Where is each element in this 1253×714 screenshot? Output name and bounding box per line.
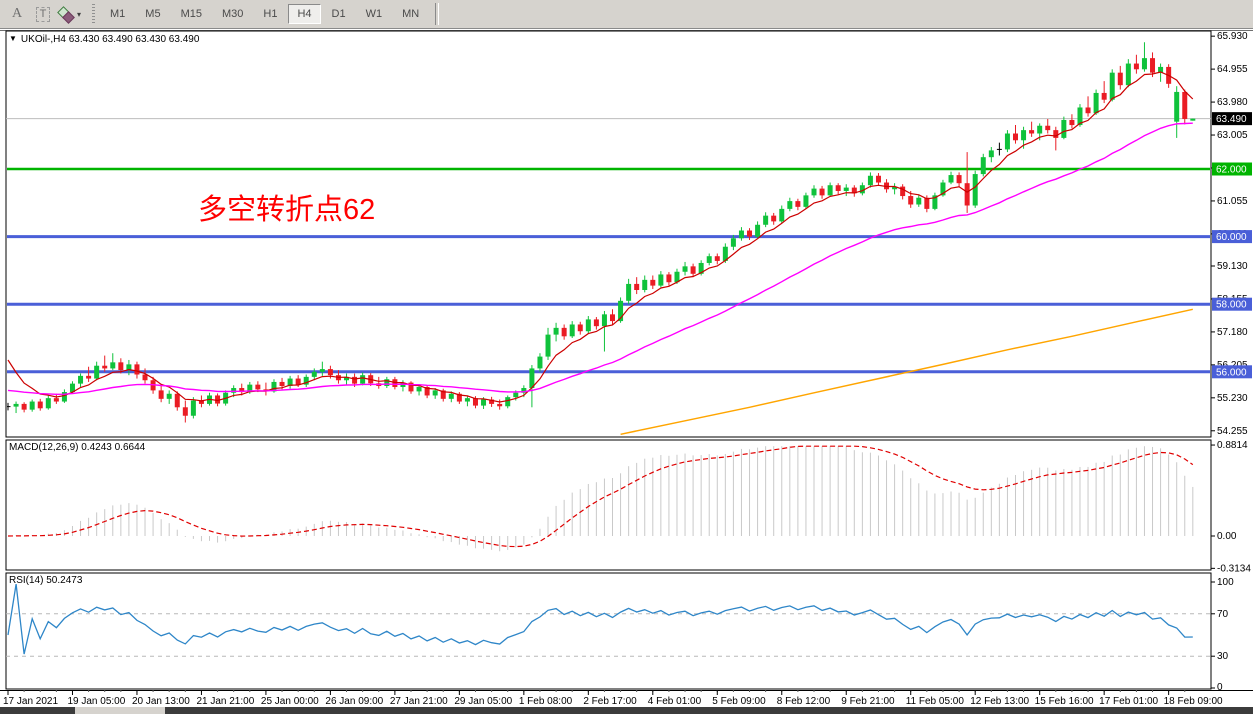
symbol-ohlc-label: ▼ UKOil-,H4 63.430 63.490 63.430 63.490 <box>9 34 199 45</box>
svg-text:54.255: 54.255 <box>1217 426 1248 437</box>
svg-text:9 Feb 21:00: 9 Feb 21:00 <box>841 696 895 707</box>
diamond-style-icon <box>58 6 74 22</box>
svg-text:60.000: 60.000 <box>1216 232 1247 243</box>
toolbar-grip-handle[interactable] <box>92 4 95 24</box>
svg-text:70: 70 <box>1217 609 1229 620</box>
font-tool-button[interactable]: A <box>6 4 28 24</box>
svg-text:20 Jan 13:00: 20 Jan 13:00 <box>132 696 190 707</box>
rsi-indicator-label: RSI(14) 50.2473 <box>9 575 82 586</box>
svg-text:15 Feb 16:00: 15 Feb 16:00 <box>1035 696 1094 707</box>
svg-text:0.8814: 0.8814 <box>1217 440 1248 451</box>
svg-text:1 Feb 08:00: 1 Feb 08:00 <box>519 696 573 707</box>
chart-style-button[interactable]: ▾ <box>58 4 81 24</box>
tab-timeframe-M1[interactable]: M1 <box>101 4 134 24</box>
svg-text:21 Jan 21:00: 21 Jan 21:00 <box>196 696 254 707</box>
text-label-tool-button[interactable]: T <box>32 4 54 24</box>
svg-text:63.005: 63.005 <box>1217 130 1248 141</box>
svg-text:4 Feb 01:00: 4 Feb 01:00 <box>648 696 702 707</box>
svg-text:63.490: 63.490 <box>1216 114 1247 125</box>
timeframe-bar: M1M5M15M30H1H4D1W1MN <box>100 4 429 24</box>
terminal-window: A T ▾ M1M5M15M30H1H4D1W1MN 65.93064.9556… <box>0 0 1253 714</box>
tab-timeframe-H4[interactable]: H4 <box>288 4 320 24</box>
svg-text:8 Feb 12:00: 8 Feb 12:00 <box>777 696 831 707</box>
macd-indicator-label: MACD(12,26,9) 0.4243 0.6644 <box>9 442 145 453</box>
tab-timeframe-D1[interactable]: D1 <box>323 4 355 24</box>
chart-canvas[interactable]: 65.93064.95563.98063.00562.03061.05560.0… <box>0 0 1253 714</box>
svg-text:62.000: 62.000 <box>1216 165 1247 176</box>
svg-text:63.980: 63.980 <box>1217 97 1248 108</box>
svg-text:17 Jan 2021: 17 Jan 2021 <box>3 696 58 707</box>
svg-text:64.955: 64.955 <box>1217 64 1248 75</box>
svg-text:30: 30 <box>1217 651 1229 662</box>
font-tool-icon: A <box>12 6 22 22</box>
tab-timeframe-M30[interactable]: M30 <box>213 4 252 24</box>
svg-text:11 Feb 05:00: 11 Feb 05:00 <box>906 696 965 707</box>
dropdown-arrow-icon: ▾ <box>77 10 81 19</box>
svg-text:19 Jan 05:00: 19 Jan 05:00 <box>67 696 125 707</box>
svg-text:56.000: 56.000 <box>1216 367 1247 378</box>
text-label-icon: T <box>36 7 51 22</box>
svg-text:59.130: 59.130 <box>1217 261 1248 272</box>
horizontal-scrollbar[interactable] <box>0 707 1253 714</box>
svg-text:61.055: 61.055 <box>1217 196 1248 207</box>
svg-text:0: 0 <box>1217 682 1223 693</box>
svg-text:2 Feb 17:00: 2 Feb 17:00 <box>583 696 637 707</box>
tab-timeframe-M5[interactable]: M5 <box>136 4 169 24</box>
drawing-tools-group: A T ▾ <box>0 4 87 24</box>
svg-text:5 Feb 09:00: 5 Feb 09:00 <box>712 696 766 707</box>
tab-timeframe-MN[interactable]: MN <box>393 4 428 24</box>
tab-timeframe-H1[interactable]: H1 <box>254 4 286 24</box>
svg-text:26 Jan 09:00: 26 Jan 09:00 <box>325 696 383 707</box>
svg-text:0.00: 0.00 <box>1217 531 1237 542</box>
svg-text:-0.3134: -0.3134 <box>1217 563 1251 574</box>
tab-timeframe-W1[interactable]: W1 <box>357 4 392 24</box>
svg-text:17 Feb 01:00: 17 Feb 01:00 <box>1099 696 1158 707</box>
svg-text:55.230: 55.230 <box>1217 393 1248 404</box>
svg-text:65.930: 65.930 <box>1217 31 1248 42</box>
chart-toolbar: A T ▾ M1M5M15M30H1H4D1W1MN <box>0 0 1253 29</box>
svg-text:25 Jan 00:00: 25 Jan 00:00 <box>261 696 319 707</box>
toolbar-separator <box>435 3 439 25</box>
chart-annotation-text[interactable]: 多空转折点62 <box>198 186 375 228</box>
svg-text:27 Jan 21:00: 27 Jan 21:00 <box>390 696 448 707</box>
svg-text:100: 100 <box>1217 577 1234 588</box>
symbol-dropdown-icon[interactable]: ▼ <box>9 34 17 43</box>
symbol-ohlc-text: UKOil-,H4 63.430 63.490 63.430 63.490 <box>21 34 199 45</box>
tab-timeframe-M15[interactable]: M15 <box>172 4 211 24</box>
svg-text:57.180: 57.180 <box>1217 327 1248 338</box>
svg-text:58.000: 58.000 <box>1216 300 1247 311</box>
svg-text:29 Jan 05:00: 29 Jan 05:00 <box>454 696 512 707</box>
svg-text:18 Feb 09:00: 18 Feb 09:00 <box>1164 696 1223 707</box>
svg-text:12 Feb 13:00: 12 Feb 13:00 <box>970 696 1029 707</box>
